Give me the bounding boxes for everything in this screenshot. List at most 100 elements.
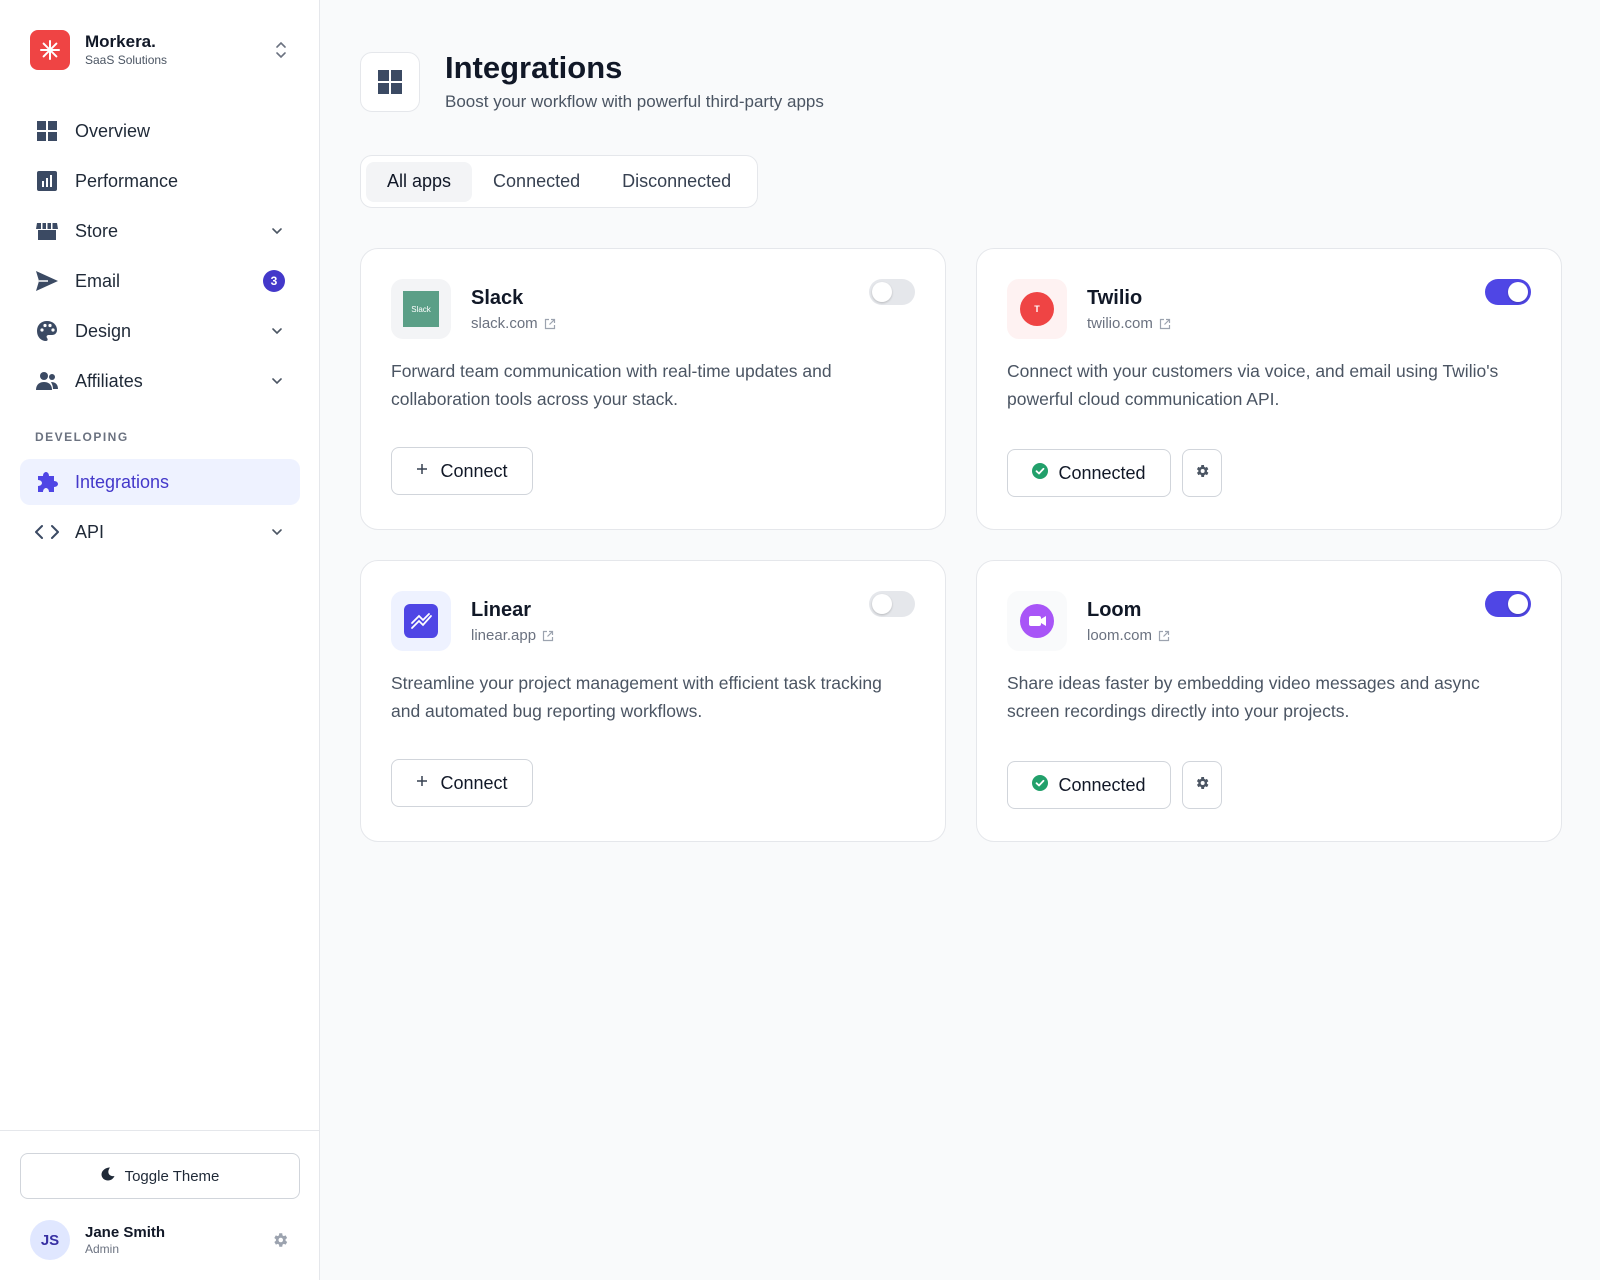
nav-item-api[interactable]: API bbox=[20, 509, 300, 555]
video-camera-icon bbox=[1020, 604, 1054, 638]
nav-item-store[interactable]: Store bbox=[20, 208, 300, 254]
nav-item-affiliates[interactable]: Affiliates bbox=[20, 358, 300, 404]
chevron-down-icon bbox=[269, 524, 285, 540]
app-domain: linear.app bbox=[471, 627, 537, 644]
toggle-knob bbox=[872, 594, 892, 614]
workspace-switcher[interactable]: Morkera. SaaS Solutions bbox=[30, 30, 290, 70]
toggle-theme-button[interactable]: Toggle Theme bbox=[20, 1153, 300, 1199]
app-domain-link[interactable]: loom.com bbox=[1087, 627, 1170, 644]
twilio-connected-button[interactable]: Connected bbox=[1007, 449, 1171, 497]
asterisk-icon bbox=[40, 40, 60, 60]
user-profile: JS Jane Smith Admin bbox=[30, 1219, 292, 1261]
nav-item-performance[interactable]: Performance bbox=[20, 158, 300, 204]
toggle-theme-label: Toggle Theme bbox=[124, 1167, 220, 1185]
grid-icon bbox=[378, 70, 402, 94]
nav-item-label: API bbox=[75, 521, 105, 542]
integration-card-linear: Linear linear.app Streamline your projec… bbox=[360, 560, 946, 842]
app-domain-link[interactable]: slack.com bbox=[471, 315, 556, 332]
loom-settings-button[interactable] bbox=[1182, 761, 1222, 809]
main-nav: Overview Performance Store Email 3 Desig… bbox=[20, 108, 300, 559]
store-icon bbox=[35, 219, 59, 243]
app-description: Forward team communication with real-tim… bbox=[391, 361, 832, 409]
brand-subtitle: SaaS Solutions bbox=[85, 53, 168, 67]
nav-item-integrations[interactable]: Integrations bbox=[20, 459, 300, 505]
app-description: Share ideas faster by embedding video me… bbox=[1007, 673, 1480, 721]
filter-tabs: All apps Connected Disconnected bbox=[360, 155, 759, 208]
twilio-enable-toggle[interactable] bbox=[1485, 279, 1531, 305]
connect-slack-button[interactable]: Connect bbox=[391, 447, 533, 495]
slack-logo-text: Slack bbox=[403, 291, 439, 327]
tab-all-apps[interactable]: All apps bbox=[366, 161, 473, 202]
user-name: Jane Smith bbox=[85, 1224, 166, 1241]
brand-logo bbox=[30, 30, 70, 70]
twilio-settings-button[interactable] bbox=[1182, 449, 1222, 497]
moon-icon bbox=[101, 1167, 115, 1186]
gear-icon bbox=[1194, 463, 1210, 484]
app-name: Linear bbox=[471, 599, 532, 621]
page-title: Integrations bbox=[445, 50, 623, 85]
app-description: Connect with your customers via voice, a… bbox=[1007, 361, 1499, 409]
check-circle-icon bbox=[1032, 774, 1049, 796]
avatar[interactable]: JS bbox=[30, 1220, 70, 1260]
email-count-badge: 3 bbox=[263, 270, 285, 292]
external-link-icon bbox=[542, 630, 554, 642]
slack-logo: Slack bbox=[391, 279, 451, 339]
loom-connected-button[interactable]: Connected bbox=[1007, 761, 1171, 809]
app-domain: loom.com bbox=[1087, 627, 1153, 644]
nav-item-label: Overview bbox=[75, 120, 151, 141]
grid-icon bbox=[35, 119, 59, 143]
twilio-logo: T bbox=[1007, 279, 1067, 339]
toggle-knob bbox=[872, 282, 892, 302]
linear-logo bbox=[391, 591, 451, 651]
app-domain-link[interactable]: twilio.com bbox=[1087, 315, 1171, 332]
connect-label: Connect bbox=[440, 772, 508, 793]
nav-item-design[interactable]: Design bbox=[20, 308, 300, 354]
nav-item-label: Performance bbox=[75, 170, 179, 191]
external-link-icon bbox=[544, 318, 556, 330]
app-description: Streamline your project management with … bbox=[391, 673, 882, 721]
toggle-knob bbox=[1508, 594, 1528, 614]
nav-item-email[interactable]: Email 3 bbox=[20, 258, 300, 304]
loom-enable-toggle[interactable] bbox=[1485, 591, 1531, 617]
linear-enable-toggle[interactable] bbox=[869, 591, 915, 617]
page-subtitle: Boost your workflow with powerful third-… bbox=[445, 92, 824, 111]
connect-linear-button[interactable]: Connect bbox=[391, 759, 533, 807]
toggle-knob bbox=[1508, 282, 1528, 302]
external-link-icon bbox=[1158, 630, 1170, 642]
bar-chart-icon bbox=[35, 169, 59, 193]
connected-label: Connected bbox=[1058, 462, 1146, 483]
code-icon bbox=[35, 520, 59, 544]
tab-disconnected[interactable]: Disconnected bbox=[601, 162, 752, 202]
plus-icon bbox=[416, 462, 428, 480]
check-circle-icon bbox=[1032, 462, 1049, 484]
section-label-developing: DEVELOPING bbox=[35, 430, 129, 444]
send-icon bbox=[35, 269, 59, 293]
nav-item-overview[interactable]: Overview bbox=[20, 108, 300, 154]
app-domain: twilio.com bbox=[1087, 315, 1153, 332]
nav-item-label: Design bbox=[75, 320, 132, 341]
chevron-up-down-icon bbox=[272, 35, 290, 65]
app-name: Slack bbox=[471, 287, 524, 309]
page-header-icon bbox=[360, 52, 420, 112]
user-role: Admin bbox=[85, 1242, 120, 1256]
app-domain: slack.com bbox=[471, 315, 538, 332]
chevron-down-icon bbox=[269, 323, 285, 339]
integration-card-slack: Slack Slack slack.com Forward team commu… bbox=[360, 248, 946, 530]
chevron-down-icon bbox=[269, 373, 285, 389]
linear-icon bbox=[404, 604, 438, 638]
nav-item-label: Email bbox=[75, 270, 121, 291]
nav-item-label: Store bbox=[75, 220, 119, 241]
user-settings-gear-icon[interactable] bbox=[268, 1228, 292, 1252]
slack-enable-toggle[interactable] bbox=[869, 279, 915, 305]
loom-logo bbox=[1007, 591, 1067, 651]
main-content: Integrations Boost your workflow with po… bbox=[320, 0, 1600, 1280]
external-link-icon bbox=[1159, 318, 1171, 330]
tab-connected[interactable]: Connected bbox=[472, 162, 601, 202]
brand-name: Morkera. bbox=[85, 32, 156, 51]
sidebar: Morkera. SaaS Solutions Overview Perform… bbox=[0, 0, 320, 1280]
twilio-logo-text: T bbox=[1020, 292, 1054, 326]
integration-card-loom: Loom loom.com Share ideas faster by embe… bbox=[976, 560, 1562, 842]
app-domain-link[interactable]: linear.app bbox=[471, 627, 554, 644]
users-icon bbox=[35, 369, 59, 393]
sidebar-footer: Toggle Theme JS Jane Smith Admin bbox=[0, 1130, 320, 1280]
